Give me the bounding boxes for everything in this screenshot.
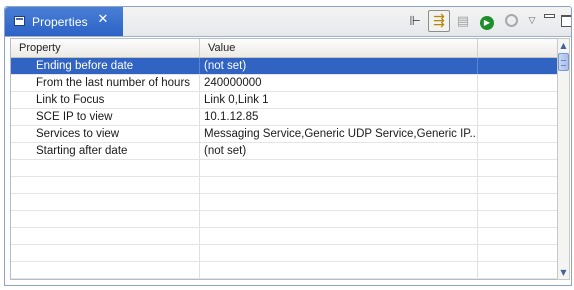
empty-row <box>11 177 557 194</box>
filter-advanced-button[interactable]: ⇶ <box>428 10 450 32</box>
empty-row <box>11 245 557 262</box>
table-row[interactable]: From the last number of hours 240000000 <box>11 75 557 92</box>
vertical-scrollbar[interactable]: ▲ ▼ <box>557 38 570 280</box>
property-value[interactable]: Link 0,Link 1 <box>200 92 478 108</box>
properties-view: Properties ✕ ⊩ ⇶ ▤ ▶ ▽ Property Value En… <box>4 6 572 286</box>
property-name: Starting after date <box>11 143 200 159</box>
table-header: Property Value <box>11 39 557 58</box>
minimize-button[interactable] <box>542 10 556 32</box>
restore-default-button[interactable]: ▤ <box>452 10 474 32</box>
properties-table: Property Value Ending before date (not s… <box>10 38 557 280</box>
scroll-up-arrow-icon[interactable]: ▲ <box>558 39 569 52</box>
property-name: Link to Focus <box>11 92 200 108</box>
property-value[interactable]: 10.1.12.85 <box>200 109 478 125</box>
restore-default-icon: ▤ <box>456 14 470 29</box>
scrollbar-thumb[interactable] <box>558 53 569 71</box>
table-body: Ending before date (not set) From the la… <box>11 58 557 279</box>
table-row[interactable]: Services to view Messaging Service,Gener… <box>11 126 557 143</box>
empty-row <box>11 194 557 211</box>
run-icon: ▶ <box>480 16 494 30</box>
maximize-icon <box>560 15 571 27</box>
tab-properties[interactable]: Properties ✕ <box>5 7 123 36</box>
property-value[interactable]: 240000000 <box>200 75 478 91</box>
property-name: Services to view <box>11 126 200 142</box>
column-header-value[interactable]: Value <box>200 39 478 57</box>
tab-label: Properties <box>32 15 88 29</box>
scroll-down-arrow-icon[interactable]: ▼ <box>558 266 569 279</box>
empty-row <box>11 211 557 228</box>
empty-row <box>11 262 557 279</box>
property-name: From the last number of hours <box>11 75 200 91</box>
empty-row <box>11 228 557 245</box>
view-title-bar: Properties ✕ ⊩ ⇶ ▤ ▶ ▽ <box>5 7 571 37</box>
table-row[interactable]: Starting after date (not set) <box>11 143 557 160</box>
property-name: Ending before date <box>11 58 200 74</box>
table-row[interactable]: Link to Focus Link 0,Link 1 <box>11 92 557 109</box>
refresh-button[interactable] <box>500 10 522 32</box>
column-header-property[interactable]: Property <box>11 39 200 57</box>
column-header-filler <box>478 39 557 57</box>
table-row[interactable]: SCE IP to view 10.1.12.85 <box>11 109 557 126</box>
maximize-button[interactable] <box>559 10 571 32</box>
property-value[interactable]: (not set) <box>200 143 478 159</box>
close-icon[interactable]: ✕ <box>96 12 110 28</box>
view-menu-icon: ▽ <box>528 16 536 26</box>
refresh-icon <box>504 14 518 27</box>
run-button[interactable]: ▶ <box>476 10 498 32</box>
table-row[interactable]: Ending before date (not set) <box>11 58 557 75</box>
show-categories-button[interactable]: ⊩ <box>404 10 426 32</box>
property-value[interactable]: Messaging Service,Generic UDP Service,Ge… <box>200 126 478 142</box>
empty-row <box>11 160 557 177</box>
property-name: SCE IP to view <box>11 109 200 125</box>
show-categories-icon: ⊩ <box>409 14 421 29</box>
minimize-icon <box>543 14 555 18</box>
view-menu-button[interactable]: ▽ <box>525 8 539 30</box>
filter-advanced-icon: ⇶ <box>433 13 445 29</box>
properties-view-icon <box>14 16 25 26</box>
property-value[interactable]: (not set) <box>200 58 478 74</box>
